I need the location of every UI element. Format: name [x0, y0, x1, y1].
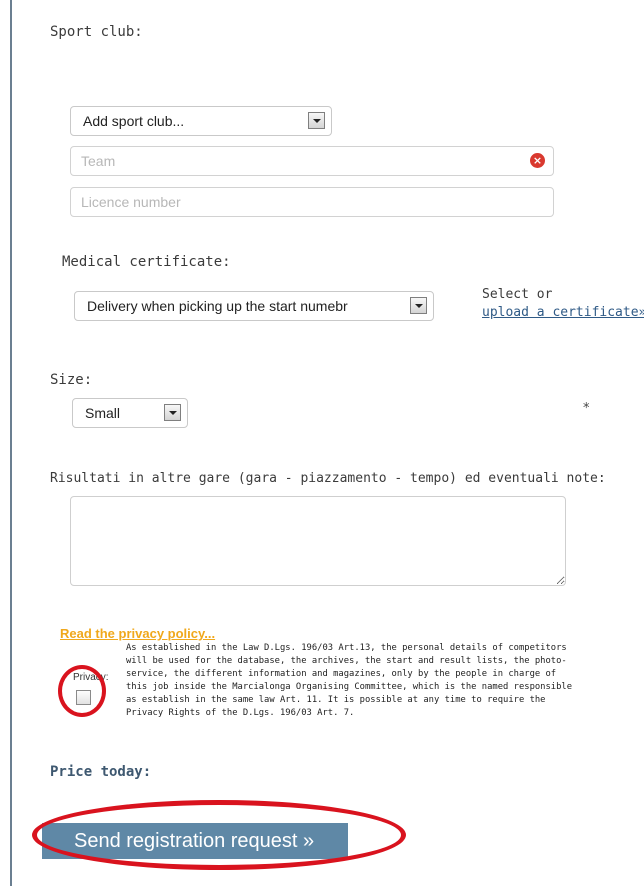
privacy-policy-link[interactable]: Read the privacy policy...	[60, 626, 215, 641]
select-or-text: Select or	[482, 287, 553, 302]
team-input[interactable]	[70, 146, 554, 176]
annotation-ellipse	[32, 800, 406, 870]
sport-club-label: Sport club:	[50, 24, 143, 40]
annotation-circle	[58, 665, 106, 717]
medical-certificate-select[interactable]: Delivery when picking up the start numeb…	[74, 291, 434, 321]
size-label: Size:	[50, 372, 93, 388]
size-select-value: Small	[85, 405, 121, 421]
required-mark: *	[583, 401, 590, 416]
results-label: Risultati in altre gare (gara - piazzame…	[50, 471, 606, 486]
medical-certificate-label: Medical certificate:	[62, 254, 231, 270]
chevron-down-icon[interactable]	[164, 404, 181, 421]
medical-select-value: Delivery when picking up the start numeb…	[87, 298, 348, 314]
sport-club-select-value: Add sport club...	[83, 113, 185, 129]
sport-club-select[interactable]: Add sport club...	[70, 106, 332, 136]
chevron-down-icon[interactable]	[308, 112, 325, 129]
upload-certificate-link[interactable]: upload a certificate»	[482, 305, 644, 320]
privacy-notice-text: As established in the Law D.Lgs. 196/03 …	[126, 643, 573, 718]
price-today-label: Price today:	[50, 764, 152, 780]
clear-icon[interactable]: ×	[530, 153, 545, 168]
size-select[interactable]: Small	[72, 398, 188, 428]
left-border	[10, 0, 12, 886]
chevron-down-icon[interactable]	[410, 297, 427, 314]
licence-number-input[interactable]	[70, 187, 554, 217]
results-notes-textarea[interactable]	[70, 496, 566, 586]
